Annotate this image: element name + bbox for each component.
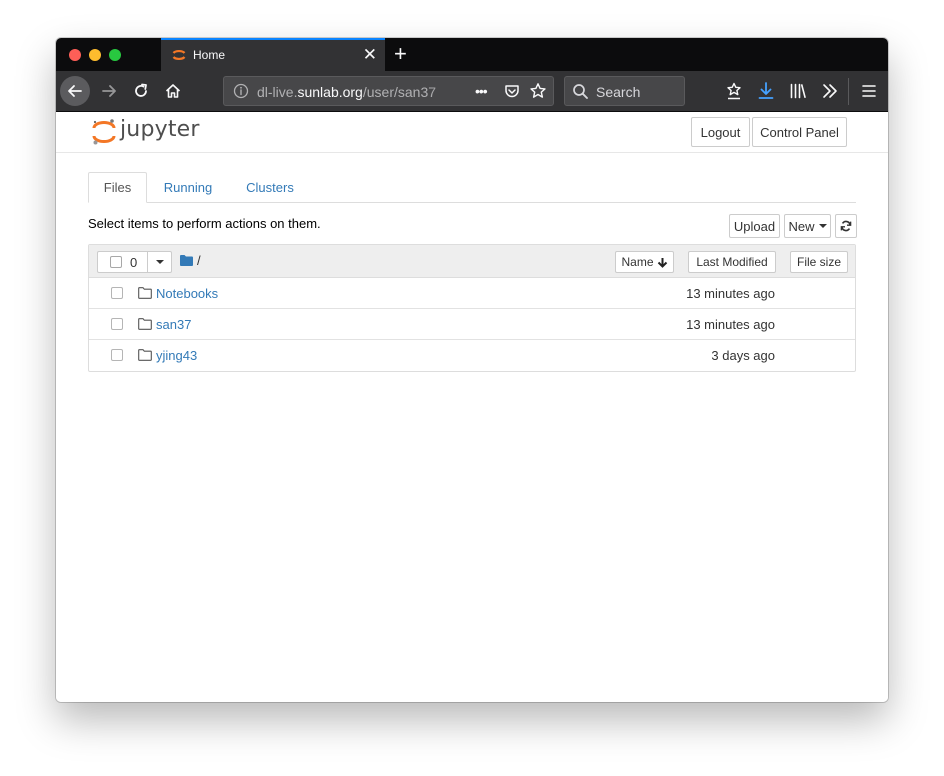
jupyter-header: jupyter Logout Control Panel [56, 112, 888, 153]
url-fade-overlay [429, 79, 469, 103]
tab-strip: Home ✕ + [56, 38, 888, 71]
folder-icon [138, 287, 152, 299]
page-actions-menu-icon[interactable]: ••• [475, 82, 493, 100]
row-checkbox[interactable] [111, 349, 123, 361]
refresh-icon [840, 220, 852, 232]
new-dropdown-button[interactable]: New [784, 214, 831, 238]
breadcrumb-root[interactable]: / [197, 253, 201, 268]
desktop-background: Home ✕ + dl-live.sunlab.org/user/san37 •… [0, 0, 944, 776]
back-button[interactable] [60, 76, 90, 106]
download-icon[interactable] [756, 81, 776, 101]
sort-by-name-button[interactable]: Name [615, 251, 674, 273]
window-minimize-button[interactable] [89, 49, 101, 61]
upload-button[interactable]: Upload [729, 214, 780, 238]
row-checkbox[interactable] [111, 287, 123, 299]
navigation-toolbar: dl-live.sunlab.org/user/san37 ••• Search [56, 71, 888, 112]
url-bar[interactable]: dl-live.sunlab.org/user/san37 ••• [223, 76, 554, 106]
list-item[interactable]: Notebooks 13 minutes ago [89, 278, 855, 309]
file-last-modified: 3 days ago [711, 348, 775, 363]
control-panel-button[interactable]: Control Panel [752, 117, 847, 147]
arrow-down-icon [657, 257, 667, 268]
toolbar-separator [848, 78, 849, 105]
reload-icon [135, 83, 147, 97]
folder-solid-icon[interactable] [180, 255, 193, 266]
file-name-link[interactable]: yjing43 [156, 348, 197, 363]
jupyter-wordmark[interactable]: jupyter [120, 117, 200, 142]
url-prefix: dl-live. [257, 84, 298, 100]
file-list: 0 / Name Last Modified File size Noteboo… [88, 244, 856, 372]
logout-button[interactable]: Logout [691, 117, 750, 147]
browser-window: Home ✕ + dl-live.sunlab.org/user/san37 •… [56, 38, 888, 702]
select-dropdown-button[interactable] [147, 252, 172, 272]
info-icon[interactable] [233, 83, 249, 99]
list-item[interactable]: yjing43 3 days ago [89, 340, 855, 371]
bookmarks-star-tray-icon[interactable] [724, 81, 744, 101]
caret-down-icon [818, 224, 827, 228]
pocket-icon[interactable] [503, 82, 521, 100]
page-content: jupyter Logout Control Panel Files Runni… [56, 112, 888, 702]
folder-icon [138, 318, 152, 330]
window-close-button[interactable] [69, 49, 81, 61]
sort-by-file-size-button[interactable]: File size [790, 251, 848, 273]
home-button[interactable] [158, 76, 188, 106]
bookmark-star-icon[interactable] [529, 82, 547, 100]
window-maximize-button[interactable] [109, 49, 121, 61]
forward-button[interactable] [94, 76, 124, 106]
url-host: sunlab.org [297, 84, 363, 100]
jupyter-favicon-icon [172, 50, 186, 60]
close-tab-icon[interactable]: ✕ [363, 46, 377, 63]
new-tab-button[interactable]: + [394, 41, 407, 67]
browser-tab-title: Home [193, 48, 226, 62]
tab-running[interactable]: Running [153, 172, 223, 203]
selected-count: 0 [130, 255, 138, 270]
jupyter-logo-icon[interactable] [92, 118, 116, 146]
file-list-header: 0 / Name Last Modified File size [89, 245, 855, 278]
tab-clusters[interactable]: Clusters [235, 172, 305, 203]
jupyter-tab-list: Files Running Clusters [88, 172, 856, 203]
tab-files[interactable]: Files [88, 172, 147, 203]
search-bar[interactable]: Search [564, 76, 685, 106]
reload-button[interactable] [126, 76, 156, 106]
home-icon [165, 84, 181, 98]
search-icon [573, 84, 588, 99]
library-icon[interactable] [788, 81, 808, 101]
chevron-double-right-icon[interactable] [820, 81, 840, 101]
arrow-right-icon [102, 85, 116, 97]
browser-tab-home[interactable]: Home ✕ [161, 38, 385, 71]
new-button-label: New [788, 218, 815, 234]
row-checkbox[interactable] [111, 318, 123, 330]
select-all-checkbox[interactable] [110, 256, 122, 268]
caret-down-icon [156, 260, 164, 264]
list-item[interactable]: san37 13 minutes ago [89, 309, 855, 340]
file-name-link[interactable]: Notebooks [156, 286, 218, 301]
file-name-link[interactable]: san37 [156, 317, 191, 332]
arrow-left-icon [68, 85, 82, 97]
select-all-control: 0 [97, 251, 172, 273]
select-hint-text: Select items to perform actions on them. [88, 216, 321, 231]
file-last-modified: 13 minutes ago [686, 286, 775, 301]
sort-name-label: Name [621, 255, 654, 269]
url-path: /user/san37 [362, 84, 437, 100]
sort-by-last-modified-button[interactable]: Last Modified [688, 251, 776, 273]
folder-icon [138, 349, 152, 361]
refresh-button[interactable] [835, 214, 857, 238]
file-last-modified: 13 minutes ago [686, 317, 775, 332]
search-placeholder: Search [596, 84, 641, 100]
hamburger-menu-icon[interactable] [859, 81, 879, 101]
